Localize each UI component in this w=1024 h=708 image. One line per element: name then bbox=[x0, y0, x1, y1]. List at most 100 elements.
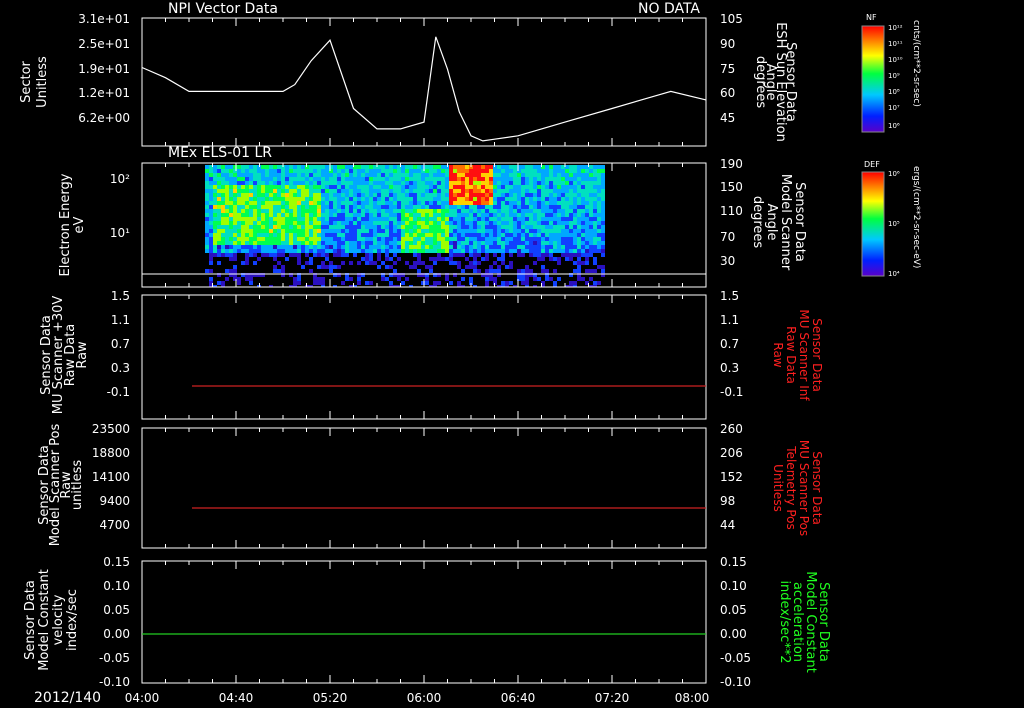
panel-5-ticks bbox=[141, 561, 707, 683]
spectrogram-cell bbox=[265, 201, 269, 205]
spectrogram-cell bbox=[545, 249, 549, 253]
spectrogram-cell bbox=[577, 249, 581, 253]
spectrogram-cell bbox=[433, 209, 437, 213]
spectrogram-cell bbox=[289, 193, 293, 197]
spectrogram-cell bbox=[401, 241, 405, 245]
spectrogram-cell bbox=[241, 201, 245, 205]
spectrogram-cell bbox=[257, 213, 261, 217]
spectrogram-cell bbox=[529, 169, 533, 173]
spectrogram-cell bbox=[261, 189, 265, 193]
spectrogram-cell bbox=[445, 201, 449, 205]
spectrogram-cell bbox=[377, 245, 381, 249]
spectrogram-cell bbox=[557, 225, 561, 229]
spectrogram-cell bbox=[389, 237, 393, 241]
spectrogram-cell bbox=[521, 197, 525, 201]
spectrogram-cell bbox=[437, 209, 441, 213]
spectrogram-cell bbox=[565, 229, 569, 233]
spectrogram-cell bbox=[269, 241, 273, 245]
spectrogram-cell bbox=[529, 245, 533, 249]
spectrogram-cell bbox=[397, 257, 401, 261]
p5-ytick-right-0: 0.15 bbox=[720, 555, 747, 569]
spectrogram-cell bbox=[533, 169, 537, 173]
spectrogram-cell bbox=[477, 189, 481, 193]
spectrogram-cell bbox=[209, 225, 213, 229]
spectrogram-cell bbox=[589, 217, 593, 221]
spectrogram-cell bbox=[457, 281, 461, 285]
spectrogram-cell bbox=[465, 225, 469, 229]
spectrogram-cell bbox=[241, 245, 245, 249]
spectrogram-cell bbox=[273, 169, 277, 173]
spectrogram-cell bbox=[593, 257, 597, 261]
spectrogram-cell bbox=[293, 277, 297, 281]
spectrogram-cell bbox=[357, 233, 361, 237]
spectrogram-cell bbox=[553, 245, 557, 249]
spectrogram-cell bbox=[341, 201, 345, 205]
p4-ytick-left-0: 23500 bbox=[92, 422, 130, 436]
spectrogram-cell bbox=[225, 253, 229, 257]
spectrogram-cell bbox=[461, 173, 465, 177]
spectrogram-cell bbox=[457, 181, 461, 185]
x-axis: 2012/140 04:00 04:40 05:20 06:00 06:40 0… bbox=[34, 690, 709, 706]
spectrogram-cell bbox=[469, 261, 473, 265]
spectrogram-cell bbox=[481, 205, 485, 209]
spectrogram-cell bbox=[333, 181, 337, 185]
spectrogram-cell bbox=[585, 177, 589, 181]
spectrogram-cell bbox=[441, 237, 445, 241]
spectrogram-cell bbox=[417, 201, 421, 205]
spectrogram-cell bbox=[581, 165, 585, 169]
panel-3-ticks bbox=[141, 295, 707, 419]
spectrogram-cell bbox=[493, 253, 497, 257]
panel-3: 1.5 1.1 0.7 0.3 -0.1 1.5 1.1 0.7 0.3 -0.… bbox=[39, 289, 824, 420]
spectrogram-cell bbox=[369, 257, 373, 261]
spectrogram-cell bbox=[573, 241, 577, 245]
spectrogram-cell bbox=[269, 177, 273, 181]
spectrogram-cell bbox=[221, 237, 225, 241]
p5-ylabel-left: Sensor Data Model Constant velocity inde… bbox=[23, 569, 80, 671]
spectrogram-cell bbox=[549, 225, 553, 229]
spectrogram-cell bbox=[289, 217, 293, 221]
spectrogram-cell bbox=[209, 173, 213, 177]
spectrogram-cell bbox=[573, 181, 577, 185]
spectrogram-cell bbox=[465, 257, 469, 261]
spectrogram-cell bbox=[453, 229, 457, 233]
spectrogram-cell bbox=[301, 229, 305, 233]
spectrogram-cell bbox=[585, 213, 589, 217]
spectrogram-cell bbox=[465, 229, 469, 233]
spectrogram-cell bbox=[533, 165, 537, 169]
spectrogram-cell bbox=[281, 225, 285, 229]
spectrogram-cell bbox=[457, 173, 461, 177]
spectrogram-cell bbox=[501, 261, 505, 265]
spectrogram-cell bbox=[397, 229, 401, 233]
spectrogram-cell bbox=[533, 193, 537, 197]
spectrogram-cell bbox=[381, 225, 385, 229]
spectrogram-cell bbox=[361, 229, 365, 233]
spectrogram-cell bbox=[333, 253, 337, 257]
spectrogram-cell bbox=[513, 213, 517, 217]
spectrogram-cell bbox=[601, 173, 605, 177]
spectrogram-cell bbox=[385, 201, 389, 205]
spectrogram-cell bbox=[441, 181, 445, 185]
spectrogram-cell bbox=[529, 225, 533, 229]
spectrogram-cell bbox=[377, 197, 381, 201]
spectrogram-cell bbox=[293, 241, 297, 245]
spectrogram-cell bbox=[409, 177, 413, 181]
spectrogram-cell bbox=[373, 237, 377, 241]
spectrogram-cell bbox=[409, 193, 413, 197]
spectrogram-cell bbox=[317, 205, 321, 209]
spectrogram-cell bbox=[577, 201, 581, 205]
spectrogram-cell bbox=[257, 189, 261, 193]
spectrogram-cell bbox=[585, 201, 589, 205]
spectrogram-cell bbox=[289, 225, 293, 229]
spectrogram-cell bbox=[489, 185, 493, 189]
svg-text:10¹¹: 10¹¹ bbox=[888, 40, 903, 48]
spectrogram-cell bbox=[337, 181, 341, 185]
spectrogram-cell bbox=[385, 209, 389, 213]
spectrogram-cell bbox=[505, 241, 509, 245]
spectrogram-cell bbox=[341, 241, 345, 245]
spectrogram-cell bbox=[453, 209, 457, 213]
spectrogram-cell bbox=[589, 177, 593, 181]
spectrogram-cell bbox=[497, 197, 501, 201]
spectrogram-cell bbox=[233, 197, 237, 201]
spectrogram-cell bbox=[517, 237, 521, 241]
spectrogram-cell bbox=[557, 193, 561, 197]
